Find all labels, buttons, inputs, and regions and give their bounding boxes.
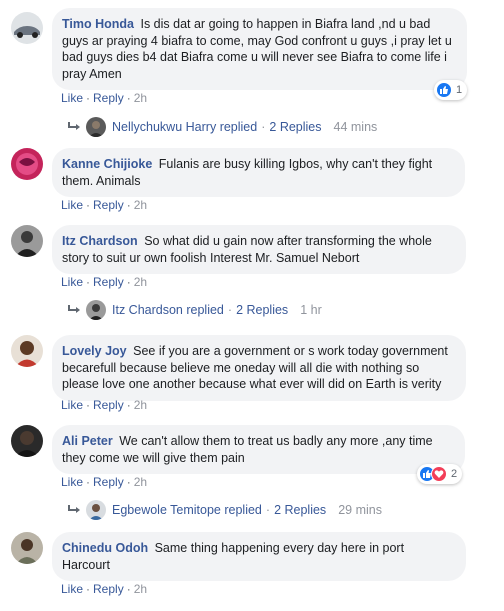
- separator: ·: [261, 120, 266, 134]
- avatar[interactable]: [11, 532, 43, 564]
- comment-author[interactable]: Itz Chardson: [62, 234, 138, 248]
- reply-arrow-icon: [68, 122, 80, 130]
- reply-avatar: [86, 500, 106, 520]
- like-link[interactable]: Like: [61, 91, 83, 105]
- replies-time: 44 mins: [333, 120, 378, 134]
- replied-label: replied: [186, 303, 224, 317]
- replies-count[interactable]: 2 Replies: [269, 120, 321, 134]
- like-link[interactable]: Like: [61, 475, 83, 489]
- comment-author[interactable]: Lovely Joy: [62, 344, 127, 358]
- comment-bubble: Kanne Chijioke Fulanis are busy killing …: [52, 148, 465, 197]
- reaction-count: 1: [456, 84, 463, 96]
- comment-time[interactable]: 2h: [134, 275, 147, 289]
- comment-text: We can't allow them to treat us badly an…: [62, 434, 433, 465]
- separator: ·: [126, 475, 131, 489]
- reply-avatar: [86, 117, 106, 137]
- like-link[interactable]: Like: [61, 275, 83, 289]
- like-reaction-icon: [436, 82, 452, 98]
- separator: ·: [86, 198, 91, 212]
- reply-arrow-icon: [68, 505, 80, 513]
- separator: ·: [126, 582, 131, 596]
- reply-avatar: [86, 300, 106, 320]
- comment-bubble: Chinedu Odoh Same thing happening every …: [52, 532, 466, 581]
- reaction-count: 2: [451, 468, 458, 480]
- comment-time[interactable]: 2h: [134, 475, 147, 489]
- reaction-summary[interactable]: 1: [434, 80, 468, 100]
- reply-link[interactable]: Reply: [93, 475, 124, 489]
- comment-actions: Like · Reply · 2h: [61, 275, 147, 289]
- separator: ·: [265, 503, 271, 517]
- reply-arrow-icon: [68, 305, 80, 313]
- avatar[interactable]: [11, 12, 43, 44]
- comment-author[interactable]: Kanne Chijioke: [62, 157, 152, 171]
- reply-link[interactable]: Reply: [93, 398, 124, 412]
- avatar[interactable]: [11, 225, 43, 257]
- separator: ·: [86, 582, 91, 596]
- comment-actions: Like · Reply · 2h: [61, 582, 147, 596]
- comment-actions: Like · Reply · 2h: [61, 91, 147, 105]
- avatar[interactable]: [11, 425, 43, 457]
- view-replies[interactable]: Itz Chardson replied · 2 Replies 1 hr: [68, 300, 322, 320]
- comment-bubble: Lovely Joy See if you are a government o…: [52, 335, 466, 401]
- replier-name[interactable]: Egbewole Temitope: [112, 503, 221, 517]
- separator: ·: [126, 275, 131, 289]
- replier-name[interactable]: Itz Chardson: [112, 303, 183, 317]
- replied-label: replied: [219, 120, 258, 134]
- avatar[interactable]: [11, 148, 43, 180]
- comment-author[interactable]: Timo Honda: [62, 17, 134, 31]
- separator: ·: [126, 198, 131, 212]
- separator: ·: [227, 303, 233, 317]
- view-replies[interactable]: Nellychukwu Harry replied · 2 Replies 44…: [68, 117, 377, 137]
- separator: ·: [86, 275, 91, 289]
- comment-author[interactable]: Chinedu Odoh: [62, 541, 148, 555]
- separator: ·: [86, 475, 91, 489]
- comment-actions: Like · Reply · 2h: [61, 398, 147, 412]
- comment-actions: Like · Reply · 2h: [61, 198, 147, 212]
- separator: ·: [126, 398, 131, 412]
- love-reaction-icon: [431, 466, 447, 482]
- like-link[interactable]: Like: [61, 398, 83, 412]
- reply-link[interactable]: Reply: [93, 198, 124, 212]
- comment-actions: Like · Reply · 2h: [61, 475, 147, 489]
- reaction-summary[interactable]: 2: [417, 464, 463, 484]
- like-link[interactable]: Like: [61, 198, 83, 212]
- replied-label: replied: [224, 503, 262, 517]
- replier-name[interactable]: Nellychukwu Harry: [112, 120, 216, 134]
- view-replies[interactable]: Egbewole Temitope replied · 2 Replies 29…: [68, 500, 382, 520]
- comment-bubble: Timo Honda Is dis dat ar going to happen…: [52, 8, 467, 90]
- replies-time: 1 hr: [300, 303, 322, 317]
- replies-count[interactable]: 2 Replies: [274, 503, 326, 517]
- comment-time[interactable]: 2h: [134, 198, 147, 212]
- like-link[interactable]: Like: [61, 582, 83, 596]
- comment-time[interactable]: 2h: [134, 91, 147, 105]
- comment-author[interactable]: Ali Peter: [62, 434, 113, 448]
- reply-link[interactable]: Reply: [93, 275, 124, 289]
- comment-time[interactable]: 2h: [134, 582, 147, 596]
- separator: ·: [86, 91, 91, 105]
- reply-link[interactable]: Reply: [93, 582, 124, 596]
- replies-time: 29 mins: [338, 503, 382, 517]
- comment-time[interactable]: 2h: [134, 398, 147, 412]
- comment-bubble: Ali Peter We can't allow them to treat u…: [52, 425, 465, 474]
- separator: ·: [86, 398, 91, 412]
- comment-bubble: Itz Chardson So what did u gain now afte…: [52, 225, 466, 274]
- replies-count[interactable]: 2 Replies: [236, 303, 288, 317]
- avatar[interactable]: [11, 335, 43, 367]
- separator: ·: [126, 91, 131, 105]
- reply-link[interactable]: Reply: [93, 91, 124, 105]
